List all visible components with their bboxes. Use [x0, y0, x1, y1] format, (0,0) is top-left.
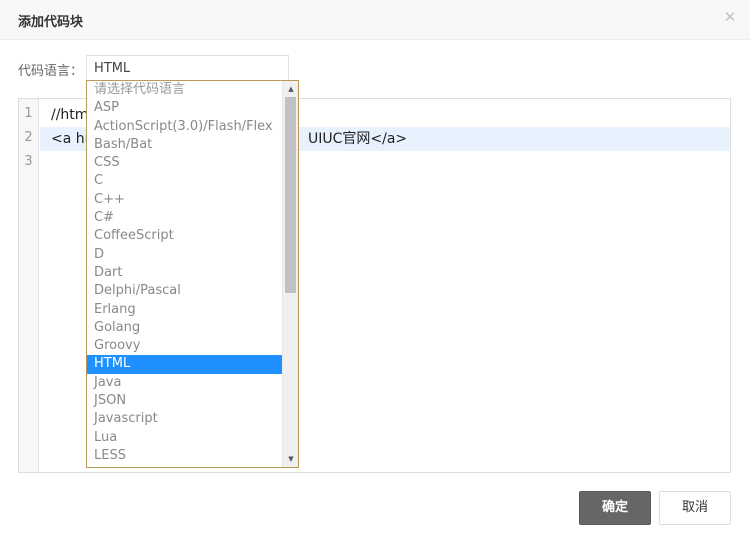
line-number: 3: [24, 154, 33, 169]
line-number-gutter: 1 2 3: [19, 99, 39, 472]
scrollbar-thumb[interactable]: [285, 97, 296, 293]
dialog-title: 添加代码块: [18, 15, 84, 30]
language-option[interactable]: ActionScript(3.0)/Flash/Flex: [87, 118, 282, 136]
cancel-button[interactable]: 取消: [659, 491, 731, 525]
code-line-text: <a hr: [51, 131, 91, 147]
language-label: 代码语言：: [18, 64, 84, 79]
close-icon[interactable]: ✕: [721, 8, 739, 26]
language-option[interactable]: D: [87, 246, 282, 264]
language-option[interactable]: Delphi/Pascal: [87, 282, 282, 300]
scroll-down-icon[interactable]: ▼: [283, 451, 298, 467]
option-placeholder[interactable]: 请选择代码语言: [87, 81, 282, 99]
language-dropdown[interactable]: 请选择代码语言 ASP ActionScript(3.0)/Flash/Flex B…: [86, 80, 299, 468]
language-option[interactable]: Golang: [87, 319, 282, 337]
add-code-block-dialog: 添加代码块 ✕ 代码语言： HTML 1 2 3 //htm <a hr UIUC…: [0, 0, 750, 541]
language-option[interactable]: C: [87, 172, 282, 190]
language-option[interactable]: HTML: [87, 355, 282, 374]
dialog-titlebar: 添加代码块 ✕: [0, 0, 750, 40]
language-option[interactable]: LESS: [87, 447, 282, 465]
language-option-list: 请选择代码语言 ASP ActionScript(3.0)/Flash/Flex B…: [87, 81, 282, 465]
dropdown-scrollbar[interactable]: ▲ ▼: [282, 81, 298, 467]
language-option[interactable]: Bash/Bat: [87, 136, 282, 154]
confirm-button[interactable]: 确定: [579, 491, 651, 525]
line-number: 2: [24, 130, 33, 145]
language-option[interactable]: Dart: [87, 264, 282, 282]
language-option[interactable]: C#: [87, 209, 282, 227]
language-option[interactable]: C++: [87, 191, 282, 209]
language-option[interactable]: CSS: [87, 154, 282, 172]
language-select[interactable]: HTML: [86, 55, 289, 82]
code-line-tail: UIUC官网</a>: [308, 131, 408, 147]
language-option[interactable]: Erlang: [87, 301, 282, 319]
scroll-up-icon[interactable]: ▲: [283, 81, 298, 97]
line-number: 1: [24, 106, 33, 121]
language-option[interactable]: JSON: [87, 392, 282, 410]
language-option[interactable]: ASP: [87, 99, 282, 117]
language-option[interactable]: Java: [87, 374, 282, 392]
language-option[interactable]: CoffeeScript: [87, 227, 282, 245]
language-option[interactable]: Lua: [87, 429, 282, 447]
language-option[interactable]: Groovy: [87, 337, 282, 355]
language-option[interactable]: Javascript: [87, 410, 282, 428]
